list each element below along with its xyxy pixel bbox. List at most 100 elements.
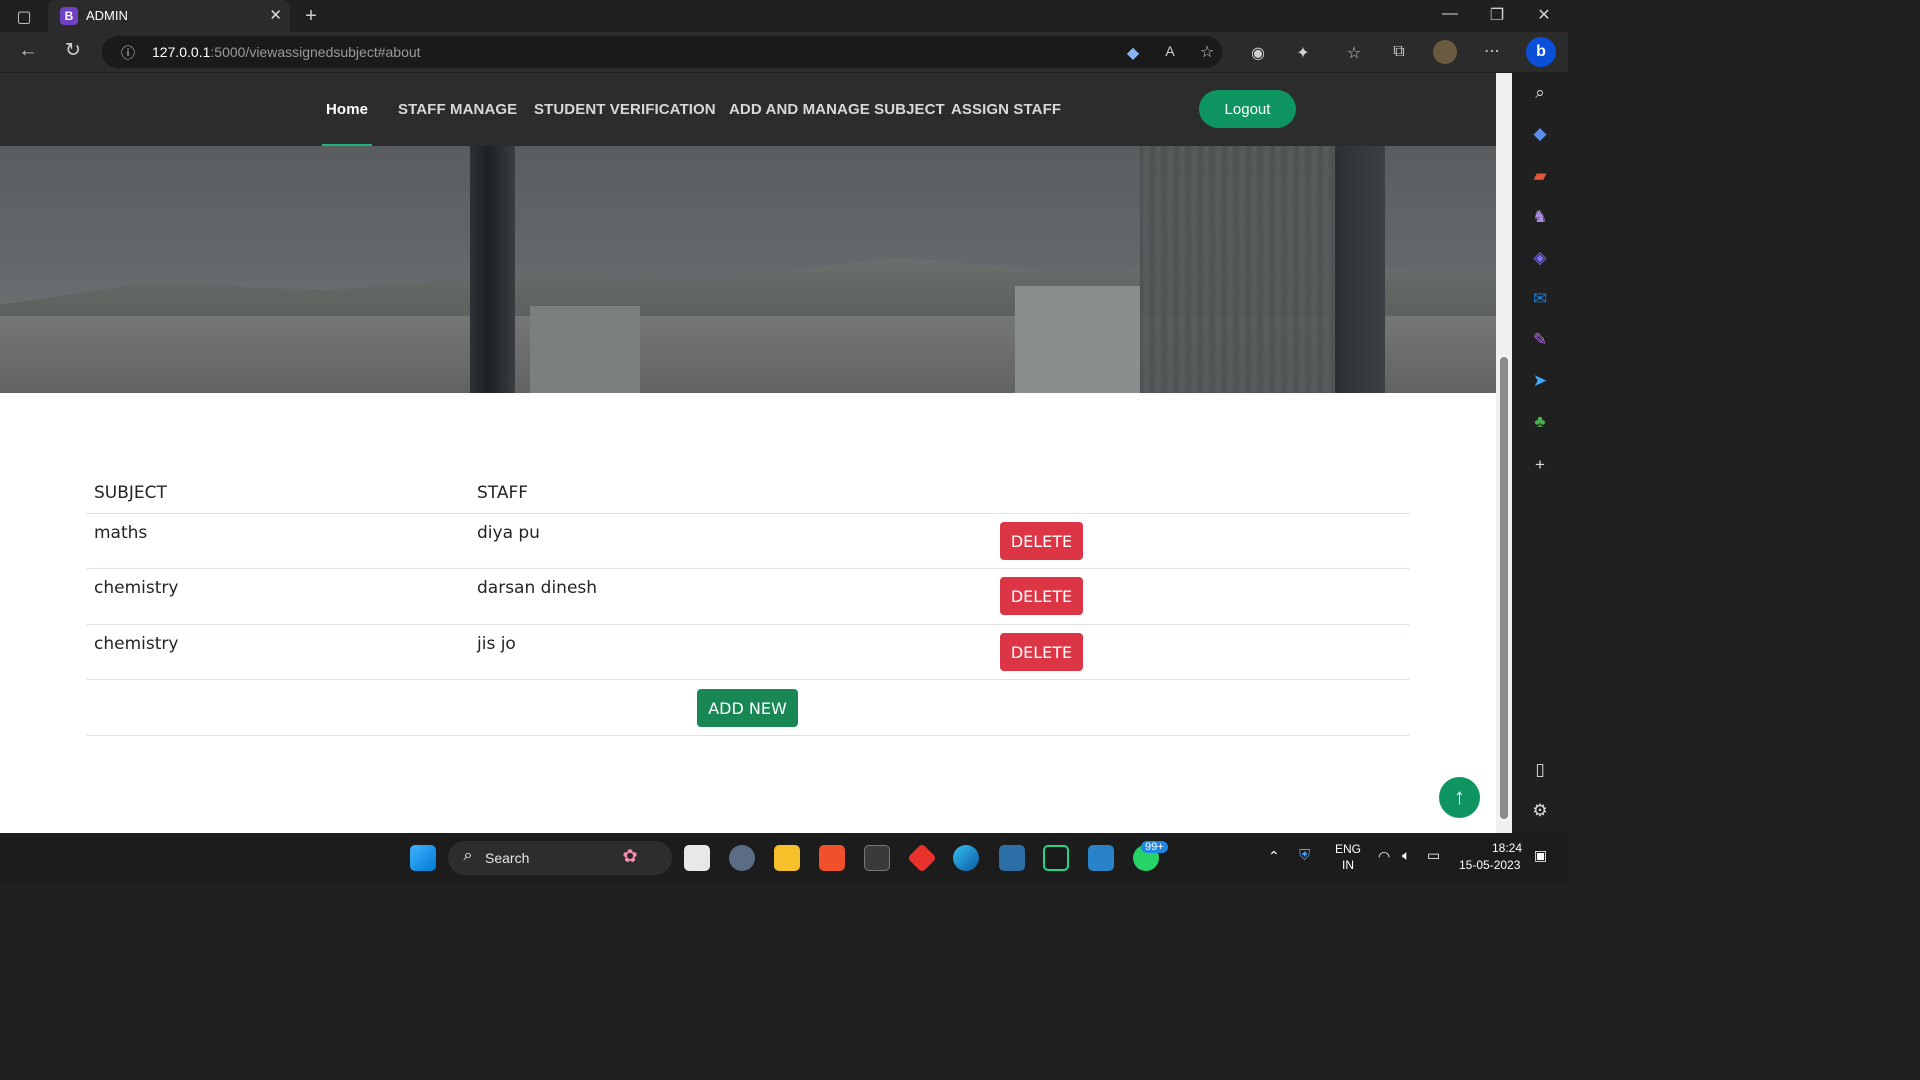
send-icon[interactable]: ➤ — [1529, 370, 1551, 392]
read-aloud-icon[interactable]: A — [1158, 43, 1182, 59]
file-explorer-icon[interactable] — [774, 845, 800, 871]
edge-icon[interactable] — [953, 845, 979, 871]
hero-window-frame — [470, 146, 515, 393]
collections-icon[interactable]: ⧉ — [1387, 43, 1411, 61]
defender-icon[interactable]: ⛨ — [1299, 847, 1310, 864]
table-header-row: SUBJECT STAFF — [86, 473, 1410, 514]
refresh-icon[interactable]: ↻ — [61, 39, 85, 62]
table-row: chemistry darsan dinesh DELETE — [86, 569, 1410, 625]
photos-icon[interactable] — [1088, 845, 1114, 871]
add-icon[interactable]: + — [1529, 454, 1551, 476]
hero-building — [1015, 286, 1140, 393]
tab-favicon: B — [60, 7, 78, 25]
table-footer-row: ADD NEW — [86, 680, 1410, 736]
copilot-icon[interactable]: ◈ — [1529, 247, 1551, 269]
site-info-icon[interactable]: ⓘ — [116, 43, 140, 63]
bing-icon[interactable]: b — [1526, 37, 1556, 67]
search-label: Search — [485, 850, 530, 866]
extensions-icon[interactable]: ✦ — [1291, 43, 1315, 63]
page-scrollbar[interactable] — [1496, 73, 1512, 833]
clock-date[interactable]: 15-05-2023 — [1459, 858, 1520, 872]
minimize-icon[interactable]: — — [1438, 5, 1462, 23]
hero-building — [530, 306, 640, 393]
back-icon[interactable]: ← — [16, 40, 40, 62]
windows-taskbar: ⌕ Search ✿ 99+ ⌃ ⛨ ENG IN ◠ 🔈︎ ▭ 18:24 1… — [0, 833, 1568, 882]
settings-icon[interactable]: ⚙ — [1529, 800, 1551, 822]
new-tab-icon[interactable]: + — [299, 5, 323, 28]
subject-cell: chemistry — [94, 578, 179, 598]
add-new-button[interactable]: ADD NEW — [697, 689, 798, 727]
taskbar-search[interactable]: ⌕ Search ✿ — [448, 841, 672, 875]
close-window-icon[interactable]: ✕ — [1532, 5, 1556, 25]
table-row: chemistry jis jo DELETE — [86, 625, 1410, 680]
edge-sidebar: ⌕ ◆ ▰ ♞ ◈ ✉ ✎ ➤ ♣ + ▯ ⚙ — [1512, 73, 1568, 833]
search-icon[interactable]: ⌕ — [1529, 82, 1551, 104]
favorites-icon[interactable]: ☆ — [1342, 43, 1366, 63]
scrollbar-thumb[interactable] — [1500, 357, 1508, 819]
brave-icon[interactable] — [819, 845, 845, 871]
web-page: Home STAFF MANAGE STUDENT VERIFICATION A… — [0, 73, 1496, 833]
address-bar[interactable]: ⓘ 127.0.0.1:5000/viewassignedsubject#abo… — [102, 36, 1222, 68]
back-to-top-button[interactable]: ↑ — [1439, 777, 1480, 818]
address-toolbar: ← ↻ ⓘ 127.0.0.1:5000/viewassignedsubject… — [0, 32, 1568, 72]
header-subject: SUBJECT — [94, 483, 167, 503]
designer-icon[interactable]: ✎ — [1529, 329, 1551, 351]
wifi-icon[interactable]: ◠ — [1378, 848, 1390, 865]
notification-icon[interactable]: ▣ — [1534, 847, 1547, 864]
nav-assign-staff[interactable]: ASSIGN STAFF — [951, 101, 1061, 118]
staff-cell: darsan dinesh — [477, 578, 598, 598]
store-icon[interactable] — [684, 845, 710, 871]
windows-start-icon[interactable] — [410, 845, 436, 871]
shopping-icon[interactable]: ◆ — [1529, 123, 1551, 145]
header-staff: STAFF — [477, 483, 529, 503]
hero-banner-image — [0, 146, 1496, 393]
language-top[interactable]: ENG — [1335, 842, 1361, 856]
nav-student-verification[interactable]: STUDENT VERIFICATION — [534, 101, 716, 118]
staff-cell: diya pu — [477, 523, 540, 543]
delete-button[interactable]: DELETE — [1000, 522, 1083, 560]
language-bottom[interactable]: IN — [1342, 858, 1354, 872]
tab-title: ADMIN — [86, 8, 128, 23]
url-text[interactable]: 127.0.0.1:5000/viewassignedsubject#about — [152, 44, 421, 60]
sidebar-toggle-icon[interactable]: ▯ — [1529, 759, 1551, 781]
table-row: maths diya pu DELETE — [86, 514, 1410, 569]
terminal-icon[interactable] — [864, 845, 890, 871]
git-icon[interactable] — [907, 843, 937, 873]
subject-cell: maths — [94, 523, 148, 543]
url-host: 127.0.0.1 — [152, 44, 211, 60]
outlook-icon[interactable]: ✉ — [1529, 288, 1551, 310]
games-icon[interactable]: ♞ — [1529, 206, 1551, 228]
add-favorite-icon[interactable]: ☆ — [1195, 42, 1219, 62]
tab-close-icon[interactable]: ✕ — [269, 6, 282, 24]
battery-icon[interactable]: ▭ — [1427, 847, 1440, 864]
search-icon: ⌕ — [463, 847, 473, 864]
tab-actions-icon[interactable]: ▢ — [12, 7, 36, 27]
subject-cell: chemistry — [94, 634, 179, 654]
delete-button[interactable]: DELETE — [1000, 633, 1083, 671]
tree-icon[interactable]: ♣ — [1529, 411, 1551, 433]
logout-button[interactable]: Logout — [1199, 90, 1296, 128]
coupon-icon[interactable]: ◆ — [1121, 43, 1145, 63]
hero-window-frame — [1335, 146, 1385, 393]
nav-home[interactable]: Home — [326, 101, 368, 118]
restore-icon[interactable]: ❐ — [1485, 5, 1509, 25]
profile-avatar[interactable] — [1433, 40, 1457, 64]
mysql-workbench-icon[interactable] — [999, 845, 1025, 871]
volume-icon[interactable]: 🔈︎ — [1402, 847, 1410, 864]
whatsapp-badge: 99+ — [1141, 841, 1168, 853]
clock-time[interactable]: 18:24 — [1492, 841, 1522, 855]
staff-cell: jis jo — [477, 634, 516, 654]
browser-titlebar: ▢ B ADMIN ✕ + — ❐ ✕ — [0, 0, 1568, 32]
more-options-icon[interactable]: ⋯ — [1480, 41, 1504, 61]
top-navbar: Home STAFF MANAGE STUDENT VERIFICATION A… — [0, 73, 1496, 146]
url-path: :5000/viewassignedsubject#about — [210, 44, 421, 60]
extension-icon[interactable]: ◉ — [1246, 43, 1270, 63]
settings-app-icon[interactable] — [729, 845, 755, 871]
show-hidden-icons[interactable]: ⌃ — [1268, 848, 1280, 865]
tools-icon[interactable]: ▰ — [1529, 165, 1551, 187]
browser-tab[interactable]: B ADMIN ✕ — [48, 0, 290, 32]
delete-button[interactable]: DELETE — [1000, 577, 1083, 615]
pycharm-icon[interactable] — [1043, 845, 1069, 871]
nav-staff-manage[interactable]: STAFF MANAGE — [398, 101, 517, 118]
nav-add-manage-subject[interactable]: ADD AND MANAGE SUBJECT — [729, 101, 945, 118]
